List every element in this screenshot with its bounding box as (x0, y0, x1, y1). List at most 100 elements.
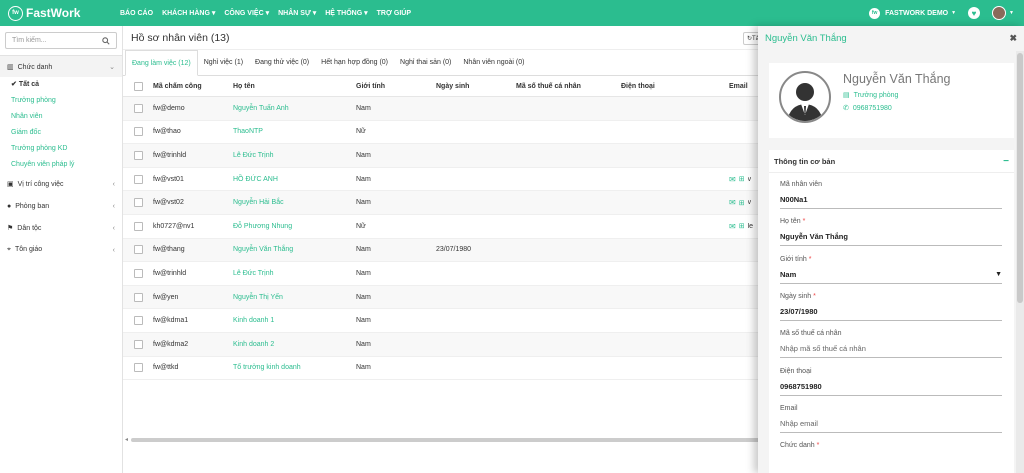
table-row[interactable]: fw@ttkd Tổ trưởng kinh doanh Nam (123, 357, 763, 381)
table-row[interactable]: fw@demo Nguyễn Tuấn Anh Nam (123, 97, 763, 121)
user-avatar[interactable] (992, 6, 1007, 20)
tab-2[interactable]: Đang thử việc (0) (249, 50, 315, 75)
basic-info-header[interactable]: Thông tin cơ bản − (769, 150, 1014, 173)
row-checkbox[interactable] (133, 316, 143, 326)
mail-icon[interactable]: ✉ (729, 222, 736, 231)
row-checkbox[interactable] (133, 292, 143, 302)
panel-scrollbar[interactable] (1016, 51, 1024, 473)
sidebar-group[interactable]: ▣ Vị trí công việc ‹ (0, 173, 122, 195)
scroll-thumb[interactable] (1017, 53, 1023, 303)
nav-item[interactable]: NHÂN SỰ ▾ (278, 9, 316, 17)
scroll-left-arrow[interactable]: ◂ (125, 436, 128, 443)
row-checkbox[interactable] (133, 103, 143, 113)
select-all-checkbox[interactable] (133, 81, 143, 91)
tab-3[interactable]: Hết hạn hợp đồng (0) (315, 50, 394, 75)
profile-phone[interactable]: ✆ 0968751980 (843, 104, 892, 113)
tab-0[interactable]: Đang làm việc (12) (125, 50, 198, 76)
employee-name-link[interactable]: Đỗ Phương Nhung (233, 223, 356, 230)
sidebar-group[interactable]: ● Phòng ban ‹ (0, 195, 122, 217)
column-header[interactable]: Giới tính (356, 83, 436, 90)
employee-name-link[interactable]: HỒ ĐỨC ANH (233, 176, 356, 183)
row-checkbox[interactable] (133, 339, 143, 349)
collapse-icon[interactable]: − (1003, 156, 1009, 167)
sidebar-item[interactable]: Chuyên viên pháp lý (0, 157, 122, 173)
sidebar-item[interactable]: Nhân viên (0, 109, 122, 125)
nav-item[interactable]: BÁO CÁO (120, 10, 153, 17)
favorite-icon[interactable]: ♥ (968, 7, 981, 19)
column-header[interactable]: Mã số thuế cá nhân (516, 83, 621, 90)
app-logo[interactable]: fw FastWork (8, 5, 120, 21)
nav-item[interactable]: HỆ THỐNG ▾ (325, 9, 367, 17)
employee-gender: Nam (356, 293, 371, 301)
sidebar-item[interactable]: ✔ Tất cả (0, 77, 122, 93)
table-row[interactable]: fw@thang Nguyễn Văn Thắng Nam 23/07/1980 (123, 238, 763, 263)
profile-avatar (779, 71, 831, 123)
account-menu[interactable]: fw FASTWORK DEMO ▼ (869, 7, 956, 19)
tab-4[interactable]: Nghỉ thai sản (0) (394, 50, 457, 75)
field-input[interactable]: N00Na1 (780, 192, 1002, 209)
field-input[interactable]: Nhập mã số thuế cá nhân (780, 341, 1002, 359)
row-checkbox[interactable] (133, 268, 143, 278)
chevron-down-icon[interactable]: ▼ (1009, 10, 1014, 16)
row-checkbox[interactable] (133, 198, 143, 208)
row-checkbox[interactable] (133, 127, 143, 137)
table-row[interactable]: fw@yen Nguyễn Thị Yến Nam (123, 285, 763, 310)
field-input[interactable]: 0968751980 (780, 379, 1002, 396)
table-row[interactable]: fw@trinhld Lê Đức Trịnh Nam (123, 144, 763, 168)
row-checkbox[interactable] (133, 363, 143, 373)
employee-name-link[interactable]: Nguyễn Văn Thắng (233, 246, 356, 253)
search-input[interactable]: Tìm kiếm... (5, 32, 117, 49)
table-row[interactable]: fw@kdma2 Kinh doanh 2 Nam (123, 332, 763, 357)
row-checkbox[interactable] (133, 174, 143, 184)
table-row[interactable]: fw@kdma1 Kinh doanh 1 Nam (123, 309, 763, 333)
nav-item[interactable]: CÔNG VIỆC ▾ (224, 9, 269, 17)
sidebar-item[interactable]: Giám đốc (0, 125, 122, 141)
table-row[interactable]: fw@thao ThaoNTP Nữ (123, 121, 763, 145)
column-header[interactable]: Họ tên (233, 83, 356, 90)
sidebar-item[interactable]: Trưởng phòng KD (0, 141, 122, 157)
table-row[interactable]: kh0727@nv1 Đỗ Phương Nhung Nữ ✉ ⊞ le (123, 215, 763, 239)
nav-item[interactable]: KHÁCH HÀNG ▾ (162, 9, 215, 17)
employee-name-link[interactable]: Lê Đức Trịnh (233, 152, 356, 159)
row-checkbox[interactable] (133, 150, 143, 160)
nav-item[interactable]: TRỢ GIÚP (377, 10, 411, 17)
form-field: Email Nhập email (780, 405, 1002, 433)
column-header[interactable]: Điện thoại (621, 83, 729, 90)
column-header[interactable]: Ngày sinh (436, 83, 516, 90)
employee-name-link[interactable]: Kinh doanh 2 (233, 341, 356, 348)
employee-name-link[interactable]: Nguyễn Thị Yến (233, 294, 356, 301)
tab-1[interactable]: Nghỉ việc (1) (198, 50, 249, 75)
gender-select[interactable]: Nam ▼ (780, 267, 1002, 284)
windows-icon[interactable]: ⊞ (739, 175, 745, 183)
sidebar-group[interactable]: ▥ Chức danh ⌄ (0, 55, 122, 77)
windows-icon[interactable]: ⊞ (739, 222, 745, 230)
horizontal-scrollbar[interactable] (131, 438, 763, 442)
employee-gender: Nữ (356, 222, 366, 230)
employee-name-link[interactable]: Lê Đức Trịnh (233, 270, 356, 277)
search-placeholder: Tìm kiếm... (12, 37, 47, 44)
employee-name-link[interactable]: Nguyễn Tuấn Anh (233, 105, 356, 112)
mail-icon[interactable]: ✉ (729, 198, 736, 207)
close-icon[interactable]: ✖ (1009, 33, 1017, 44)
panel-header: Nguyễn Văn Thắng ✖ (758, 26, 1024, 51)
table-row[interactable]: fw@trinhld Lê Đức Trịnh Nam (123, 262, 763, 286)
employee-name-link[interactable]: Nguyễn Hải Bắc (233, 199, 356, 206)
row-checkbox[interactable] (133, 221, 143, 231)
mail-icon[interactable]: ✉ (729, 175, 736, 184)
field-input[interactable]: Nguyễn Văn Thắng (780, 229, 1002, 247)
sidebar-group[interactable]: ⚑ Dân tộc ‹ (0, 217, 122, 239)
windows-icon[interactable]: ⊞ (739, 199, 745, 207)
table-row[interactable]: fw@vst02 Nguyễn Hải Bắc Nam ✉ ⊞ v (123, 191, 763, 215)
tab-5[interactable]: Nhân viên ngoài (0) (457, 50, 530, 75)
field-input[interactable]: 23/07/1980 (780, 304, 1002, 321)
employee-name-link[interactable]: ThaoNTP (233, 128, 356, 135)
sidebar-item[interactable]: Trưởng phòng (0, 93, 122, 109)
sidebar-group[interactable]: ⌖ Tôn giáo ‹ (0, 239, 122, 261)
row-checkbox[interactable] (133, 245, 143, 255)
column-header[interactable]: Mã chấm công (153, 83, 233, 90)
employee-name-link[interactable]: Tổ trưởng kinh doanh (233, 364, 356, 371)
field-label-text: Giới tính (780, 255, 807, 263)
table-row[interactable]: fw@vst01 HỒ ĐỨC ANH Nam ✉ ⊞ v (123, 168, 763, 192)
field-input[interactable]: Nhập email (780, 416, 1002, 433)
employee-name-link[interactable]: Kinh doanh 1 (233, 317, 356, 324)
